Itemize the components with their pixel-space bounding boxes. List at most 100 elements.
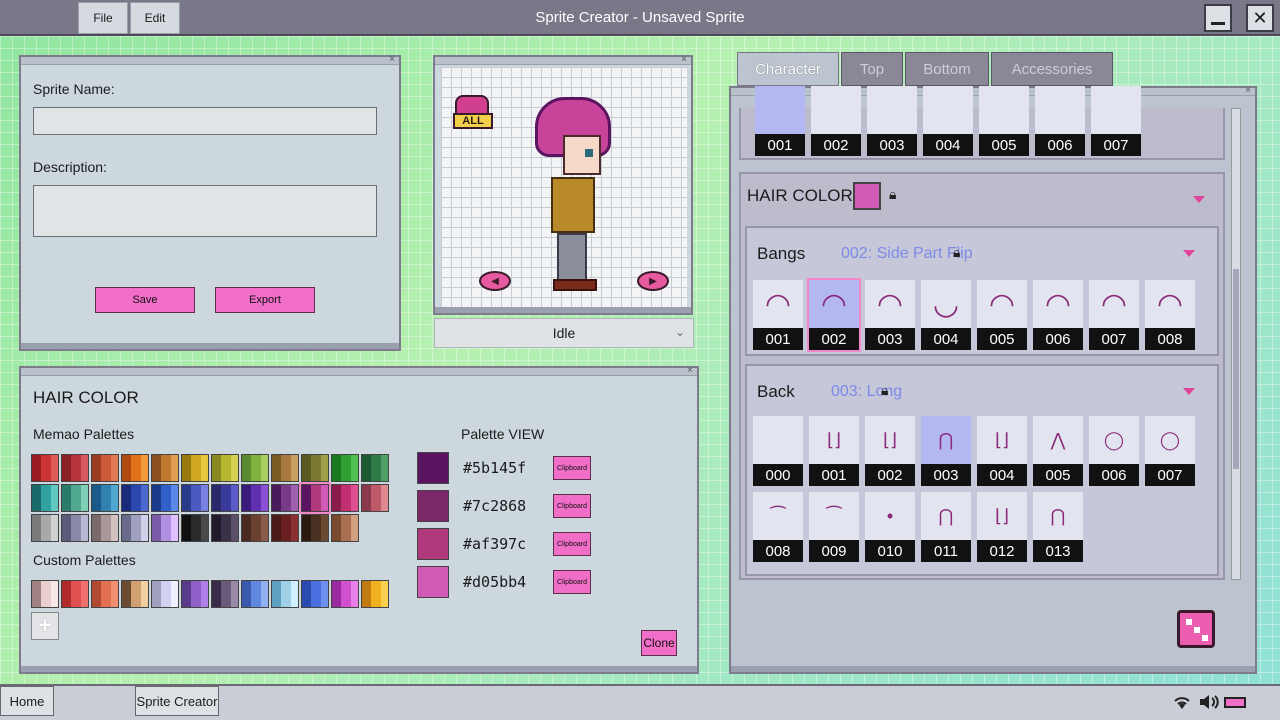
color-swatch[interactable] <box>417 566 449 598</box>
tab-top[interactable]: Top <box>841 52 903 86</box>
palette-swatch[interactable] <box>91 454 119 482</box>
tab-bottom[interactable]: Bottom <box>905 52 989 86</box>
tab-character[interactable]: Character <box>737 52 839 86</box>
palette-swatch[interactable] <box>301 454 329 482</box>
edit-menu[interactable]: Edit <box>130 2 180 34</box>
palette-swatch[interactable] <box>241 514 269 542</box>
back-item[interactable]: ⌊⌋ 002 <box>865 416 915 486</box>
bangs-item[interactable]: ◠ 005 <box>977 280 1027 350</box>
rotate-right-arrow-icon[interactable]: ▶ <box>637 271 669 291</box>
custom-palette-swatch[interactable] <box>31 580 59 608</box>
back-item[interactable]: ⋀ 005 <box>1033 416 1083 486</box>
palette-swatch[interactable] <box>61 514 89 542</box>
skin-tone-item[interactable]: 004 <box>923 86 973 156</box>
hair-color-swatch[interactable] <box>853 182 881 210</box>
tab-accessories[interactable]: Accessories <box>991 52 1113 86</box>
custom-palette-swatch[interactable] <box>331 580 359 608</box>
minimize-button[interactable] <box>1204 4 1232 32</box>
palette-swatch[interactable] <box>271 484 299 512</box>
custom-palette-swatch[interactable] <box>211 580 239 608</box>
palette-swatch[interactable] <box>151 514 179 542</box>
sprite-name-input[interactable] <box>33 107 377 135</box>
skin-tone-item[interactable]: 003 <box>867 86 917 156</box>
custom-palette-swatch[interactable] <box>181 580 209 608</box>
palette-swatch[interactable] <box>151 454 179 482</box>
palette-swatch[interactable] <box>151 484 179 512</box>
lock-icon[interactable]: 🔒︎ <box>953 244 960 261</box>
bangs-item[interactable]: ◠ 008 <box>1145 280 1195 350</box>
custom-palette-swatch[interactable] <box>301 580 329 608</box>
palette-swatch[interactable] <box>361 484 389 512</box>
clipboard-button[interactable]: Clipboard <box>553 456 591 480</box>
palette-swatch[interactable] <box>31 484 59 512</box>
palette-swatch[interactable] <box>91 484 119 512</box>
bangs-item[interactable]: ◠ 006 <box>1033 280 1083 350</box>
back-item[interactable]: ⁀ 008 <box>753 492 803 562</box>
back-item[interactable]: • 010 <box>865 492 915 562</box>
lock-icon[interactable]: 🔒︎ <box>881 382 888 399</box>
back-item[interactable]: ⋂ 003 <box>921 416 971 486</box>
custom-palette-swatch[interactable] <box>271 580 299 608</box>
color-swatch[interactable] <box>417 452 449 484</box>
panel-close-icon[interactable]: × <box>679 55 689 65</box>
palette-swatch[interactable] <box>301 514 329 542</box>
all-layers-toggle[interactable]: ALL <box>453 95 493 131</box>
clipboard-button[interactable]: Clipboard <box>553 570 591 594</box>
skin-tone-item[interactable]: 002 <box>811 86 861 156</box>
close-button[interactable]: ✕ <box>1246 4 1274 32</box>
palette-swatch[interactable] <box>211 514 239 542</box>
palette-swatch[interactable] <box>31 514 59 542</box>
back-item[interactable]: ◯ 007 <box>1145 416 1195 486</box>
custom-palette-swatch[interactable] <box>61 580 89 608</box>
palette-swatch[interactable] <box>181 514 209 542</box>
file-menu[interactable]: File <box>78 2 128 34</box>
custom-palette-swatch[interactable] <box>91 580 119 608</box>
custom-palette-swatch[interactable] <box>121 580 149 608</box>
palette-swatch[interactable] <box>31 454 59 482</box>
skin-tone-item[interactable]: 001 <box>755 86 805 156</box>
palette-swatch[interactable] <box>121 454 149 482</box>
palette-swatch[interactable] <box>211 484 239 512</box>
clipboard-button[interactable]: Clipboard <box>553 494 591 518</box>
palette-swatch[interactable] <box>299 482 331 514</box>
palette-swatch[interactable] <box>91 514 119 542</box>
palette-swatch[interactable] <box>181 454 209 482</box>
color-swatch[interactable] <box>417 528 449 560</box>
palette-swatch[interactable] <box>241 484 269 512</box>
scrollbar-track[interactable] <box>1231 108 1241 580</box>
speaker-icon[interactable] <box>1198 694 1220 713</box>
palette-swatch[interactable] <box>121 514 149 542</box>
taskbar-sprite-creator[interactable]: Sprite Creator <box>135 686 219 716</box>
lock-icon[interactable]: 🔒︎ <box>889 186 896 203</box>
custom-palette-swatch[interactable] <box>361 580 389 608</box>
palette-swatch[interactable] <box>271 454 299 482</box>
skin-tone-item[interactable]: 007 <box>1091 86 1141 156</box>
bangs-item[interactable]: ◡ 004 <box>921 280 971 350</box>
panel-close-icon[interactable]: × <box>1243 86 1253 96</box>
back-item[interactable]: ⋂ 013 <box>1033 492 1083 562</box>
palette-swatch[interactable] <box>331 454 359 482</box>
wifi-icon[interactable] <box>1172 694 1192 715</box>
bangs-item[interactable]: ◠ 007 <box>1089 280 1139 350</box>
palette-swatch[interactable] <box>241 454 269 482</box>
collapse-icon[interactable] <box>1193 196 1205 203</box>
description-input[interactable] <box>33 185 377 237</box>
bangs-item[interactable]: ◠ 003 <box>865 280 915 350</box>
back-item[interactable]: ⁀ 009 <box>809 492 859 562</box>
back-item[interactable]: ⌊⌋ 012 <box>977 492 1027 562</box>
bangs-item[interactable]: ◠ 002 <box>807 278 861 352</box>
palette-swatch[interactable] <box>331 514 359 542</box>
panel-close-icon[interactable]: × <box>685 366 695 376</box>
palette-swatch[interactable] <box>181 484 209 512</box>
skin-tone-item[interactable]: 006 <box>1035 86 1085 156</box>
palette-swatch[interactable] <box>271 514 299 542</box>
scrollbar-thumb[interactable] <box>1233 269 1239 469</box>
home-button[interactable]: Home <box>0 686 54 716</box>
save-button[interactable]: Save <box>95 287 195 313</box>
palette-swatch[interactable] <box>361 454 389 482</box>
animation-select[interactable]: Idle ⌄ <box>434 318 694 348</box>
add-palette-button[interactable]: + <box>31 612 59 640</box>
collapse-icon[interactable] <box>1183 388 1195 395</box>
back-item[interactable]: ⋂ 011 <box>921 492 971 562</box>
palette-swatch[interactable] <box>331 484 359 512</box>
